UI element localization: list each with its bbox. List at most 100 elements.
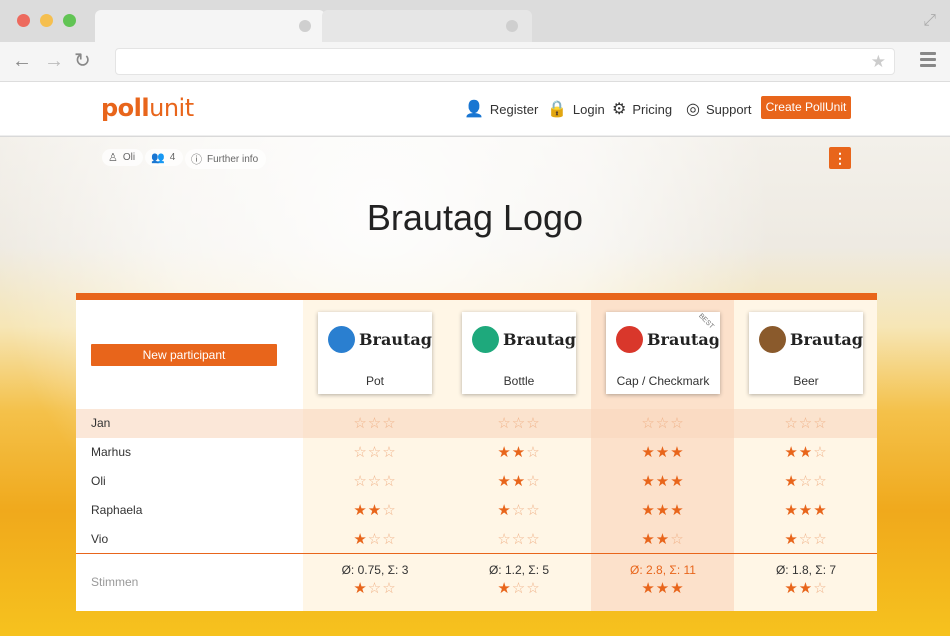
rating-stars[interactable]: ★★☆	[447, 472, 591, 490]
minimize-window-button[interactable]	[40, 14, 53, 27]
star-empty-icon[interactable]: ☆	[382, 580, 396, 597]
star-empty-icon[interactable]: ☆	[526, 502, 540, 519]
tab-close-icon[interactable]	[506, 20, 518, 32]
star-empty-icon[interactable]: ☆	[368, 444, 382, 461]
rating-stars[interactable]: ☆☆☆	[447, 414, 591, 432]
nav-support[interactable]: ◎ Support	[686, 99, 752, 119]
reload-icon[interactable]: ↻	[74, 50, 91, 72]
rating-stars[interactable]: ☆☆☆	[303, 414, 447, 432]
star-empty-icon[interactable]: ☆	[526, 473, 540, 490]
star-filled-icon[interactable]: ★	[497, 444, 511, 461]
star-empty-icon[interactable]: ☆	[512, 580, 526, 597]
star-filled-icon[interactable]: ★	[670, 473, 684, 490]
option-card[interactable]: Brautag Cap / Checkmark BEST	[606, 312, 720, 394]
star-empty-icon[interactable]: ☆	[368, 580, 382, 597]
star-empty-icon[interactable]: ☆	[670, 531, 684, 548]
bookmark-star-icon[interactable]: ★	[871, 52, 886, 72]
star-filled-icon[interactable]: ★	[670, 444, 684, 461]
star-filled-icon[interactable]: ★	[656, 580, 670, 597]
star-empty-icon[interactable]: ☆	[813, 415, 827, 432]
poll-options-menu-icon[interactable]: ⋮	[829, 147, 851, 169]
rating-stars[interactable]: ☆☆☆	[734, 414, 878, 432]
star-filled-icon[interactable]: ★	[784, 444, 798, 461]
star-empty-icon[interactable]: ☆	[799, 415, 813, 432]
star-filled-icon[interactable]: ★	[641, 580, 655, 597]
tab-close-icon[interactable]	[299, 20, 311, 32]
star-empty-icon[interactable]: ☆	[382, 444, 396, 461]
option-card[interactable]: Brautag Bottle	[462, 312, 576, 394]
star-empty-icon[interactable]: ☆	[368, 473, 382, 490]
star-empty-icon[interactable]: ☆	[382, 473, 396, 490]
star-empty-icon[interactable]: ☆	[670, 415, 684, 432]
further-info-link[interactable]: ⓘ Further info	[185, 149, 267, 169]
star-empty-icon[interactable]: ☆	[353, 415, 367, 432]
star-filled-icon[interactable]: ★	[512, 444, 526, 461]
participant-name[interactable]: Jan	[91, 416, 110, 430]
address-bar[interactable]: ★	[115, 48, 895, 75]
star-filled-icon[interactable]: ★	[641, 502, 655, 519]
star-empty-icon[interactable]: ☆	[799, 473, 813, 490]
participant-count[interactable]: 👥 4	[145, 149, 184, 166]
fullscreen-icon[interactable]: ⤢	[923, 12, 936, 30]
rating-stars[interactable]: ★★★	[591, 501, 735, 519]
option-card[interactable]: Brautag Beer	[749, 312, 863, 394]
star-filled-icon[interactable]: ★	[670, 502, 684, 519]
rating-stars[interactable]: ★☆☆	[303, 530, 447, 548]
star-filled-icon[interactable]: ★	[670, 580, 684, 597]
star-filled-icon[interactable]: ★	[497, 473, 511, 490]
rating-stars[interactable]: ★★☆	[447, 443, 591, 461]
close-window-button[interactable]	[17, 14, 30, 27]
star-filled-icon[interactable]: ★	[799, 444, 813, 461]
rating-stars[interactable]: ☆☆☆	[303, 472, 447, 490]
star-filled-icon[interactable]: ★	[497, 580, 511, 597]
star-filled-icon[interactable]: ★	[497, 502, 511, 519]
rating-stars[interactable]: ☆☆☆	[303, 443, 447, 461]
rating-stars[interactable]: ★★★	[734, 501, 878, 519]
star-empty-icon[interactable]: ☆	[526, 531, 540, 548]
star-filled-icon[interactable]: ★	[656, 502, 670, 519]
star-filled-icon[interactable]: ★	[656, 444, 670, 461]
star-filled-icon[interactable]: ★	[656, 531, 670, 548]
rating-stars[interactable]: ★☆☆	[734, 530, 878, 548]
star-filled-icon[interactable]: ★	[641, 531, 655, 548]
star-filled-icon[interactable]: ★	[353, 580, 367, 597]
browser-menu-icon[interactable]	[920, 52, 936, 70]
star-empty-icon[interactable]: ☆	[497, 415, 511, 432]
rating-stars[interactable]: ★★☆	[303, 501, 447, 519]
rating-stars[interactable]: ★☆☆	[447, 501, 591, 519]
star-empty-icon[interactable]: ☆	[368, 415, 382, 432]
star-filled-icon[interactable]: ★	[784, 531, 798, 548]
star-filled-icon[interactable]: ★	[799, 580, 813, 597]
poll-owner[interactable]: ♙ Oli	[102, 149, 144, 166]
star-empty-icon[interactable]: ☆	[512, 502, 526, 519]
star-empty-icon[interactable]: ☆	[353, 444, 367, 461]
star-filled-icon[interactable]: ★	[799, 502, 813, 519]
star-empty-icon[interactable]: ☆	[497, 531, 511, 548]
participant-name[interactable]: Vio	[91, 532, 108, 546]
create-pollunit-button[interactable]: Create PollUnit	[761, 96, 851, 119]
star-empty-icon[interactable]: ☆	[526, 444, 540, 461]
star-filled-icon[interactable]: ★	[353, 531, 367, 548]
rating-stars[interactable]: ☆☆☆	[591, 414, 735, 432]
star-filled-icon[interactable]: ★	[656, 473, 670, 490]
star-empty-icon[interactable]: ☆	[799, 531, 813, 548]
star-empty-icon[interactable]: ☆	[656, 415, 670, 432]
star-empty-icon[interactable]: ☆	[526, 580, 540, 597]
star-filled-icon[interactable]: ★	[641, 444, 655, 461]
star-empty-icon[interactable]: ☆	[353, 473, 367, 490]
star-filled-icon[interactable]: ★	[784, 502, 798, 519]
star-empty-icon[interactable]: ☆	[512, 531, 526, 548]
forward-arrow-icon[interactable]: →	[44, 50, 64, 72]
star-empty-icon[interactable]: ☆	[784, 415, 798, 432]
star-empty-icon[interactable]: ☆	[641, 415, 655, 432]
new-participant-button[interactable]: New participant	[91, 344, 277, 366]
star-filled-icon[interactable]: ★	[353, 502, 367, 519]
star-filled-icon[interactable]: ★	[813, 502, 827, 519]
star-empty-icon[interactable]: ☆	[813, 473, 827, 490]
rating-stars[interactable]: ★☆☆	[734, 472, 878, 490]
star-empty-icon[interactable]: ☆	[382, 502, 396, 519]
nav-register[interactable]: 👤 Register	[464, 99, 538, 119]
star-filled-icon[interactable]: ★	[784, 580, 798, 597]
participant-name[interactable]: Raphaela	[91, 503, 142, 517]
star-empty-icon[interactable]: ☆	[382, 415, 396, 432]
